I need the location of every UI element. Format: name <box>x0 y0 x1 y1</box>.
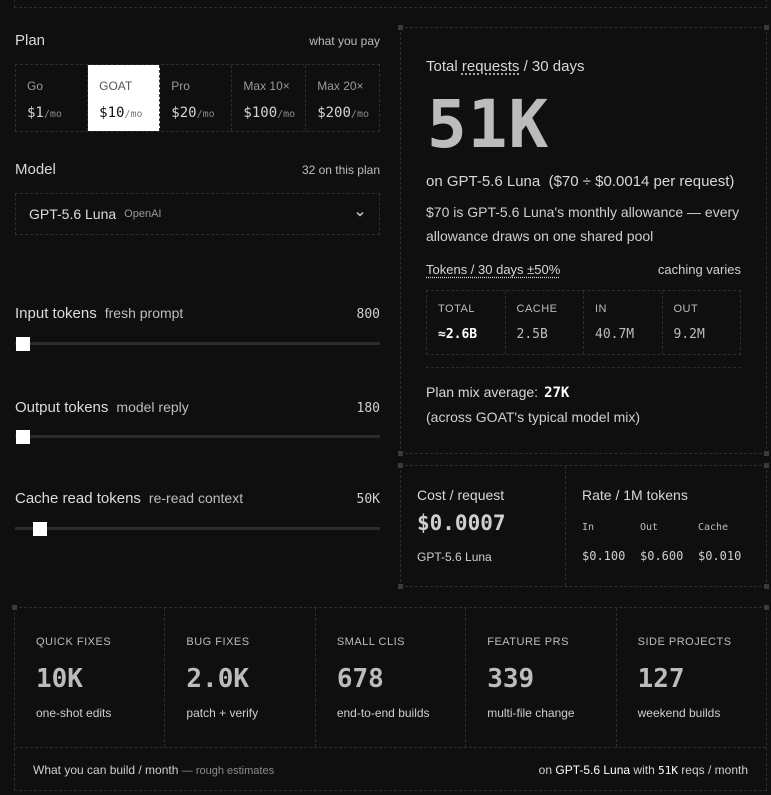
build-quick-fixes: QUICK FIXES 10K one-shot edits <box>15 608 166 747</box>
cost-value: $0.0007 <box>417 511 506 535</box>
requests-model-line: on GPT-5.6 Luna ($70 ÷ $0.0014 per reque… <box>426 173 735 190</box>
rate-in: In $0.100 <box>582 522 626 563</box>
corner-marker <box>398 451 403 456</box>
plan-sublabel: what you pay <box>309 34 380 48</box>
tokens-cell-value: ≈2.6B <box>438 327 478 342</box>
builds-footer-right: on GPT-5.6 Luna with 51K reqs / month <box>538 763 748 777</box>
tokens-cell-value: 2.5B <box>516 327 548 342</box>
plan-price: $1/mo <box>27 105 62 121</box>
cost-per-request: Cost / request $0.0007 GPT-5.6 Luna <box>401 466 566 586</box>
plan-price: $200/mo <box>317 105 369 121</box>
tokens-header: Tokens / 30 days ±50% caching varies <box>426 262 741 277</box>
builds-footer-left: What you can build / month — rough estim… <box>33 763 275 777</box>
total-requests-value: 51K <box>427 86 550 163</box>
cost-panel: Cost / request $0.0007 GPT-5.6 Luna Rate… <box>400 465 767 587</box>
tokens-note: caching varies <box>657 262 741 277</box>
builds-grid: QUICK FIXES 10K one-shot edits BUG FIXES… <box>15 608 766 748</box>
plan-price: $10/mo <box>99 105 143 121</box>
slider-track[interactable] <box>15 435 380 438</box>
model-name: GPT-5.6 Luna <box>29 206 117 222</box>
allowance-note: $70 is GPT-5.6 Luna's monthly allowance … <box>426 204 740 244</box>
slider-value: 800 <box>356 307 380 322</box>
cost-model: GPT-5.6 Luna <box>417 550 492 564</box>
plan-label: Plan <box>15 32 46 49</box>
plan-name: Max 20× <box>317 79 364 93</box>
slider-thumb[interactable] <box>33 522 48 536</box>
plan-option-pro[interactable]: Pro $20/mo <box>160 65 233 131</box>
plan-price: $100/mo <box>243 105 296 121</box>
requests-summary-panel: Total requests / 30 days 51K on GPT-5.6 … <box>400 27 767 454</box>
plan-name: Max 10× <box>243 79 290 93</box>
rate-title: Rate / 1M tokens <box>582 487 688 503</box>
plan-name: Pro <box>171 79 190 93</box>
top-strip <box>14 0 767 8</box>
plan-mix-note: (across GOAT's typical model mix) <box>426 409 641 425</box>
slider-value: 180 <box>356 401 380 416</box>
plan-option-go[interactable]: Go $1/mo <box>16 65 89 131</box>
input-tokens-slider: Input tokens fresh prompt 800 <box>15 305 380 351</box>
tokens-grid: TOTAL ≈2.6B CACHE 2.5B IN 40.7M OUT 9.2M <box>426 290 741 355</box>
plan-option-max10[interactable]: Max 10× $100/mo <box>232 65 307 131</box>
corner-marker <box>764 25 769 30</box>
model-label: Model <box>15 161 56 178</box>
rate-cache: Cache $0.010 <box>698 522 742 563</box>
tokens-cell-head: TOTAL <box>438 303 475 315</box>
model-sublabel: 32 on this plan <box>301 163 380 177</box>
chevron-down-icon <box>356 212 364 217</box>
requests-link[interactable]: requests <box>462 58 520 75</box>
corner-marker <box>398 584 403 589</box>
corner-marker <box>764 451 769 456</box>
plan-option-max20[interactable]: Max 20× $200/mo <box>306 65 379 131</box>
tokens-out-cell: OUT 9.2M <box>663 291 741 354</box>
tokens-in-cell: IN 40.7M <box>584 291 663 354</box>
plan-name: Go <box>27 79 44 93</box>
slider-track[interactable] <box>15 342 380 345</box>
plan-selector: Go $1/mo GOAT $10/mo Pro $20/mo Max 10× … <box>15 64 380 132</box>
cache-tokens-slider: Cache read tokens re-read context 50K <box>15 490 380 536</box>
tokens-cache-cell: CACHE 2.5B <box>506 291 584 354</box>
slider-sub: model reply <box>116 399 189 415</box>
cost-title: Cost / request <box>417 487 505 503</box>
model-provider: OpenAI <box>124 208 162 220</box>
plan-price: $20/mo <box>171 105 215 121</box>
corner-marker <box>764 584 769 589</box>
plan-option-goat[interactable]: GOAT $10/mo <box>88 65 161 131</box>
tokens-cell-value: 40.7M <box>595 327 635 342</box>
slider-name: Input tokens <box>15 305 97 322</box>
slider-value: 50K <box>356 492 380 507</box>
tokens-cell-head: IN <box>595 303 607 315</box>
divider <box>426 367 741 368</box>
tokens-total-cell: TOTAL ≈2.6B <box>427 291 506 354</box>
slider-thumb[interactable] <box>16 430 30 444</box>
build-side-projects: SIDE PROJECTS 127 weekend builds <box>637 636 732 720</box>
slider-track[interactable] <box>15 527 380 530</box>
corner-marker <box>398 25 403 30</box>
builds-panel: QUICK FIXES 10K one-shot edits BUG FIXES… <box>14 607 767 791</box>
corner-marker <box>12 605 17 610</box>
build-bug-fixes: BUG FIXES 2.0K patch + verify <box>165 608 316 747</box>
slider-name: Output tokens <box>15 399 109 416</box>
slider-sub: fresh prompt <box>104 305 184 321</box>
slider-thumb[interactable] <box>16 337 30 351</box>
corner-marker <box>764 463 769 468</box>
tokens-cell-head: OUT <box>673 303 699 315</box>
model-header: Model 32 on this plan <box>15 161 380 178</box>
tokens-cell-value: 9.2M <box>673 327 705 342</box>
slider-name: Cache read tokens <box>15 490 141 507</box>
corner-marker <box>764 605 769 610</box>
slider-sub: re-read context <box>148 490 244 506</box>
tokens-title[interactable]: Tokens / 30 days ±50% <box>426 262 560 277</box>
tokens-cell-head: CACHE <box>516 303 558 315</box>
build-small-clis: SMALL CLIS 678 end-to-end builds <box>316 608 467 747</box>
rate-out: Out $0.600 <box>640 522 684 563</box>
output-tokens-slider: Output tokens model reply 180 <box>15 399 380 444</box>
rate-columns: In $0.100 Out $0.600 Cache $0.010 <box>582 522 756 563</box>
plan-mix-average: Plan mix average: 27K <box>426 384 570 401</box>
plan-header: Plan what you pay <box>15 32 380 49</box>
plan-name: GOAT <box>99 79 133 93</box>
corner-marker <box>398 463 403 468</box>
requests-title: Total requests / 30 days <box>426 58 585 75</box>
model-select[interactable]: GPT-5.6 Luna OpenAI <box>15 193 380 235</box>
build-feature-prs: FEATURE PRS 339 multi-file change <box>466 608 617 747</box>
